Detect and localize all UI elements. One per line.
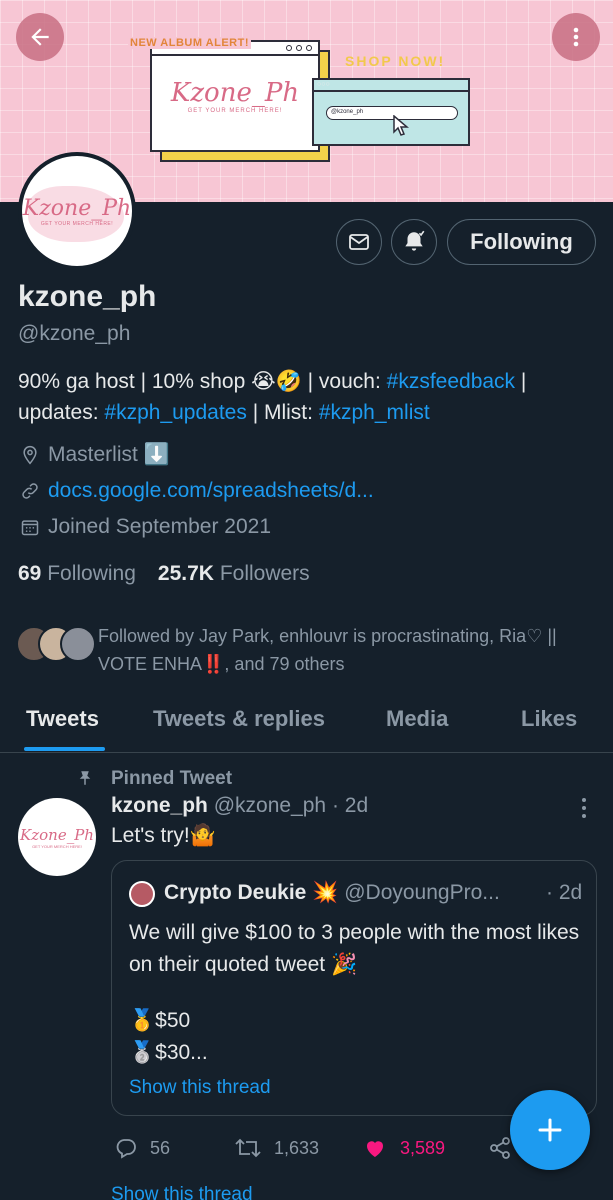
banner-alert-text: NEW ALBUM ALERT! [128,37,251,49]
following-count: 69 [18,562,42,585]
envelope-icon [349,234,369,250]
tweet-author-avatar[interactable]: Kzone_Ph GET YOUR MERCH HERE! [18,798,96,876]
followed-by-text[interactable]: Followed by Jay Park, enhlouvr is procra… [98,622,603,678]
hashtag-link[interactable]: #kzph_updates [104,401,246,424]
tweet-text: Let's try!🤷 [111,824,216,847]
reply-button[interactable]: 56 [114,1136,170,1160]
banner-tagline: GET YOUR MERCH HERE! [187,108,283,114]
bell-check-icon [405,230,425,251]
show-thread-link[interactable]: Show this thread [111,1184,253,1200]
profile-website[interactable]: docs.google.com/spreadsheets/d... [20,479,374,503]
quoted-tweet-time: · 2d [546,881,583,904]
profile-bio: 90% ga host | 10% shop 😭🤣 | vouch: #kzsf… [18,366,608,428]
quoted-tweet[interactable]: Crypto Deukie 💥 @DoyoungPro... · 2d We w… [111,860,597,1116]
tweet-author-name[interactable]: kzone_ph [111,794,208,817]
more-vertical-icon [582,798,586,818]
quoted-show-thread-link[interactable]: Show this thread [129,1077,271,1099]
bio-text: | [515,370,527,393]
tab-tweets[interactable]: Tweets [26,706,99,732]
quoted-tweet-line: 🥈$30... [129,1041,208,1064]
compose-tweet-button[interactable] [510,1090,590,1170]
tweet-more-button[interactable] [572,794,596,827]
banner-brand: Kzone_Ph [170,78,300,108]
avatar [60,626,96,662]
bio-text: 90% ga host | 10% shop 😭🤣 | vouch: [18,370,387,393]
retweet-icon [235,1138,261,1158]
notifications-button[interactable] [391,219,437,265]
link-icon [22,483,38,499]
reply-icon [116,1139,136,1159]
share-button[interactable] [488,1136,512,1165]
retweet-button[interactable]: 1,633 [234,1136,319,1160]
profile-joined: Joined September 2021 [20,515,271,539]
quoted-author-handle: @DoyoungPro... [344,881,500,904]
banner-search-field: @kzone_ph [326,106,458,120]
tab-tweets-replies[interactable]: Tweets & replies [153,706,325,732]
mutual-followers-avatars[interactable] [16,626,96,664]
plus-icon [538,1118,562,1142]
pin-icon [76,768,94,793]
like-button[interactable]: 3,589 [362,1136,445,1160]
profile-location: Masterlist ⬇️ [20,443,170,467]
bio-text: updates: [18,401,105,424]
tweet-author-handle: @kzone_ph [213,794,327,817]
avatar-brand: Kzone_Ph [22,195,132,221]
more-vertical-icon [573,27,579,47]
avatar-tagline: GET YOUR MERCH HERE! [40,220,114,227]
tab-likes[interactable]: Likes [521,706,577,732]
profile-tabs: Tweets Tweets & replies Media Likes [0,700,613,753]
banner-window: Kzone_Ph GET YOUR MERCH HERE! [150,40,320,152]
tab-media[interactable]: Media [386,706,448,732]
quoted-tweet-header: Crypto Deukie 💥 @DoyoungPro... [164,881,500,905]
avatar [129,881,155,907]
tweet-header: kzone_ph @kzone_ph · 2d [111,794,368,818]
quoted-tweet-text: We will give $100 to 3 people with the m… [129,921,580,976]
more-options-button[interactable] [552,13,600,61]
bio-text: | Mlist: [246,401,319,424]
avatar-brand: Kzone_Ph [20,825,94,844]
following-label: Following [47,562,136,585]
calendar-icon [21,520,39,536]
banner-search-window: ○○○ @kzone_ph [312,78,470,146]
followers-count: 25.7K [157,562,214,585]
pinned-label: Pinned Tweet [111,768,233,789]
location-text: Masterlist ⬇️ [48,443,170,466]
followers-label: Followers [219,562,310,585]
tweet-time: · 2d [331,794,369,817]
like-count: 3,589 [400,1137,446,1158]
active-tab-indicator [24,747,105,751]
joined-text: Joined September 2021 [48,515,271,538]
following-button[interactable]: Following [447,219,596,265]
profile-avatar[interactable]: Kzone_Ph GET YOUR MERCH HERE! [18,152,136,270]
quoted-author-name: Crypto Deukie [164,881,307,904]
hashtag-link[interactable]: #kzph_mlist [319,401,430,424]
avatar-tagline: GET YOUR MERCH HERE! [32,843,82,849]
author-badge: 💥 [312,881,339,904]
reply-count: 56 [150,1137,171,1158]
display-name: kzone_ph [18,280,157,313]
follow-counts: 69 Following 25.7K Followers [18,562,310,586]
profile-handle: @kzone_ph [18,322,131,345]
website-link[interactable]: docs.google.com/spreadsheets/d... [48,479,374,503]
heart-icon [366,1141,384,1157]
arrow-left-icon [31,28,49,46]
share-icon [490,1137,510,1159]
following-count-link[interactable]: 69 Following [18,562,136,586]
message-button[interactable] [336,219,382,265]
cursor-icon [393,114,410,142]
retweet-count: 1,633 [274,1137,320,1158]
location-pin-icon [23,445,37,465]
hashtag-link[interactable]: #kzsfeedback [387,370,515,393]
followers-count-link[interactable]: 25.7K Followers [158,562,310,586]
banner-shop-text: SHOP NOW! [345,53,446,69]
back-button[interactable] [16,13,64,61]
quoted-tweet-line: 🥇$50 [129,1009,191,1032]
